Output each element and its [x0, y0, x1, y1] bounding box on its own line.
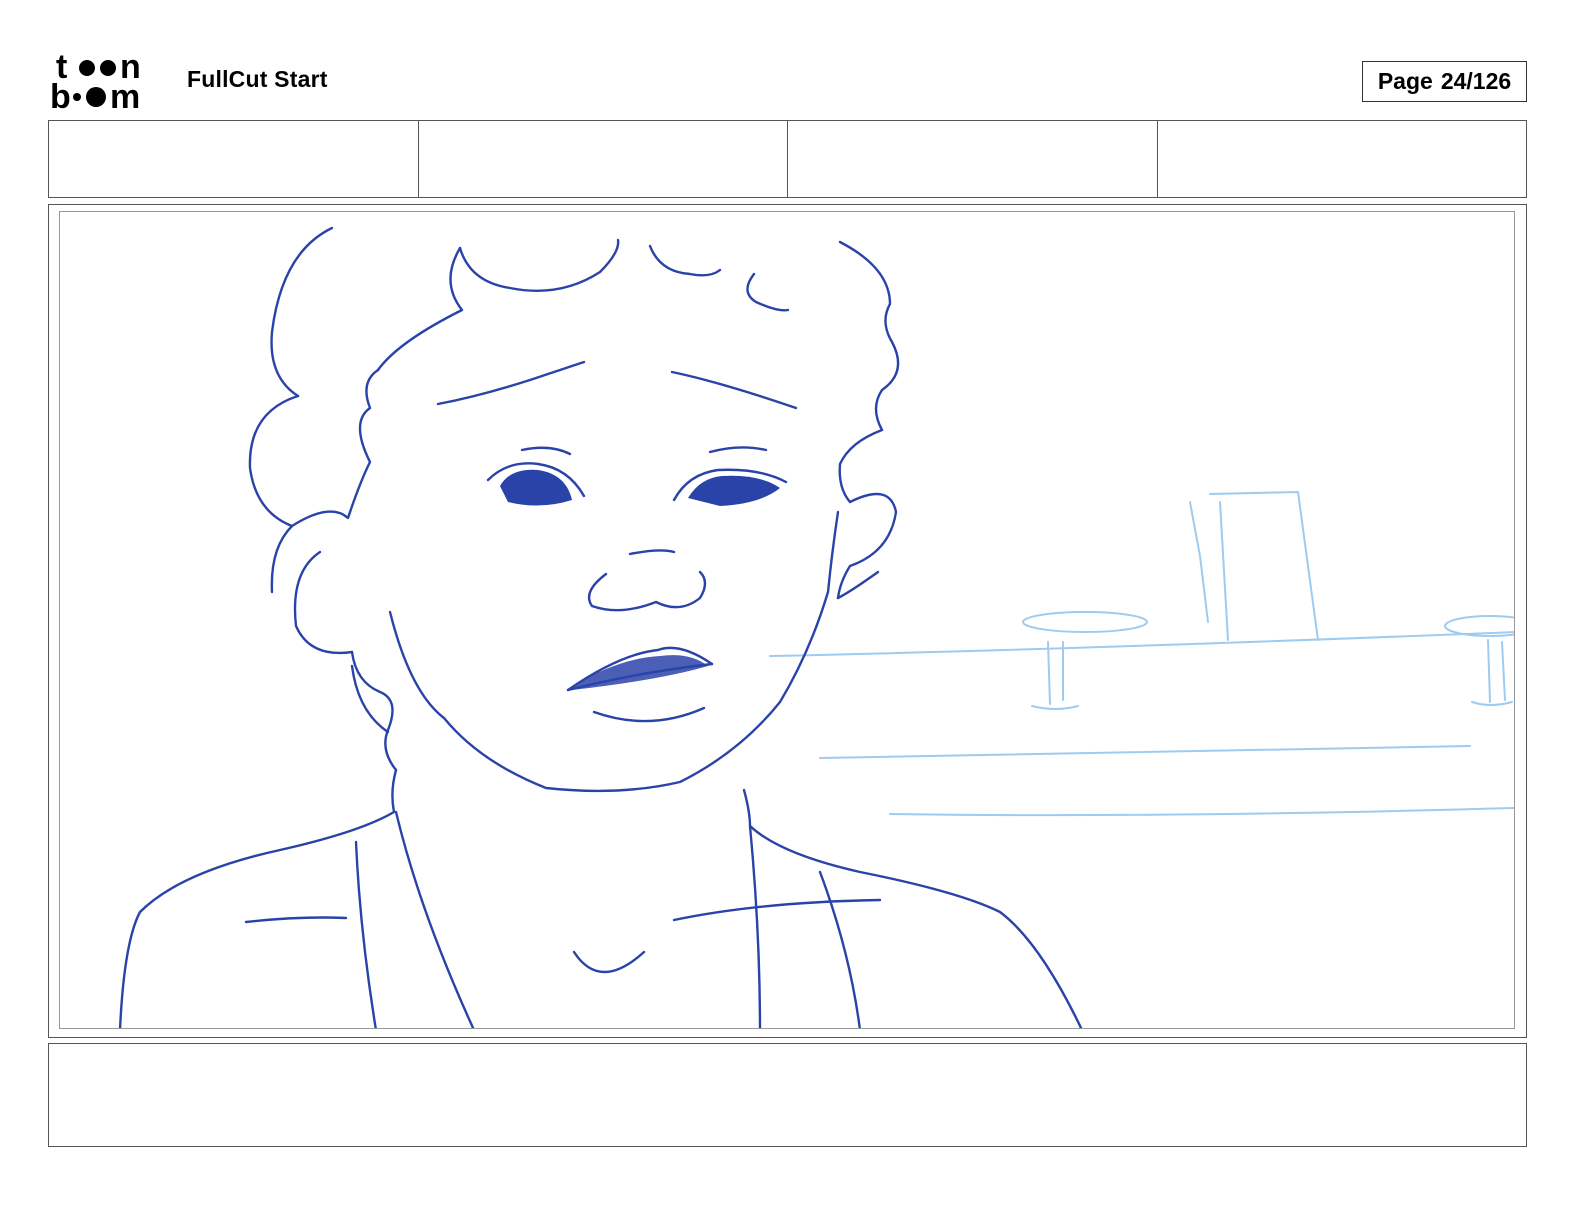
caption-box[interactable]	[48, 1043, 1527, 1147]
character-sketch	[118, 226, 1083, 1028]
storyboard-sketch	[118, 226, 1514, 1028]
header-field-2	[419, 121, 788, 197]
storyboard-panel	[48, 204, 1527, 1038]
svg-text:m: m	[110, 78, 140, 112]
background-sketch	[769, 490, 1514, 817]
header-field-3	[788, 121, 1158, 197]
page-number: 24/126	[1440, 68, 1512, 94]
toonboom-logo-icon: t n b m	[50, 48, 166, 116]
eye-fills	[500, 469, 780, 690]
panel-image-area	[59, 211, 1515, 1029]
header-field-4	[1158, 121, 1527, 197]
panel-header-fields	[48, 120, 1527, 198]
svg-text:b: b	[50, 78, 71, 112]
header-field-1	[49, 121, 419, 197]
page-indicator: Page 24/126	[1362, 61, 1527, 102]
page-label: Page	[1377, 68, 1433, 94]
project-title: FullCut Start	[187, 66, 328, 92]
